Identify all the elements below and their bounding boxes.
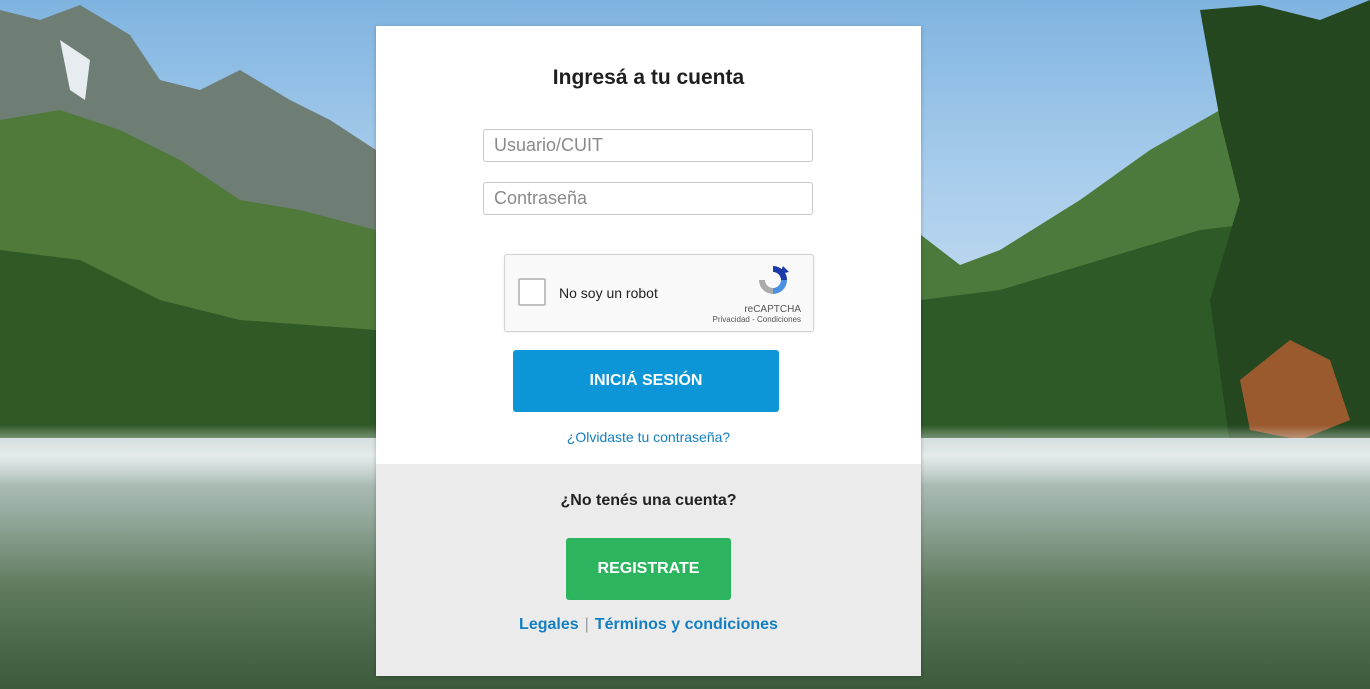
recaptcha-logo-icon	[759, 266, 789, 294]
forgot-password-link[interactable]: ¿Olvidaste tu contraseña?	[376, 429, 921, 445]
login-button[interactable]: INICIÁ SESIÓN	[513, 350, 779, 412]
terms-link[interactable]: Términos y condiciones	[595, 616, 778, 633]
recaptcha-privacy-terms[interactable]: Privacidad - Condiciones	[713, 315, 802, 324]
login-card: Ingresá a tu cuenta No soy un robot reCA…	[376, 26, 921, 676]
username-input[interactable]	[483, 129, 813, 162]
no-account-prompt: ¿No tenés una cuenta?	[560, 492, 737, 509]
footer-separator: |	[584, 616, 589, 633]
recaptcha-checkbox[interactable]	[518, 278, 546, 306]
footer-links: Legales | Términos y condiciones	[376, 616, 921, 634]
recaptcha-widget: No soy un robot reCAPTCHA Privacidad - C…	[504, 254, 814, 332]
legal-link[interactable]: Legales	[519, 616, 579, 633]
page-title: Ingresá a tu cuenta	[552, 66, 745, 89]
password-input[interactable]	[483, 182, 813, 215]
recaptcha-brand: reCAPTCHA	[744, 304, 801, 315]
recaptcha-label: No soy un robot	[559, 285, 658, 301]
register-button[interactable]: REGISTRATE	[566, 538, 731, 600]
